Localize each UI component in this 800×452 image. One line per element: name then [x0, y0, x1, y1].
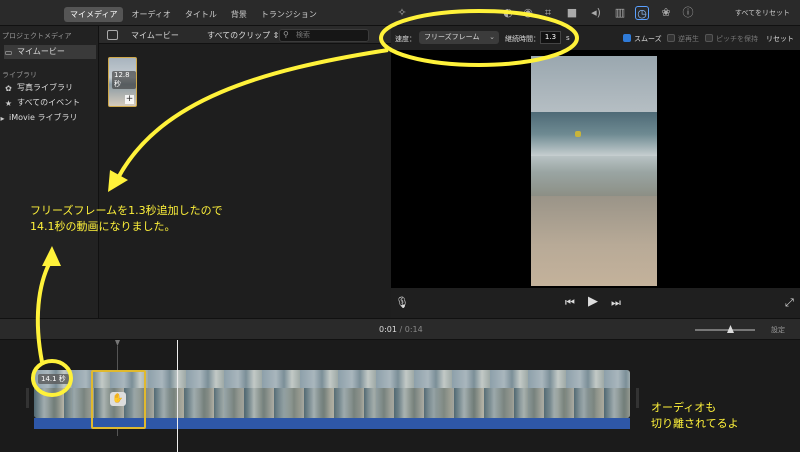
speed-value: フリーズフレーム [424, 33, 480, 41]
skip-forward-icon[interactable]: ⏭ [611, 296, 621, 310]
annotation-audio-line-2: 切り離されてるよ [651, 417, 739, 430]
video-waves [531, 156, 657, 196]
timecode: 0:01 / 0:14 [379, 325, 423, 334]
noise-reduction-icon[interactable]: ▥ [613, 6, 627, 20]
play-icon[interactable]: ▶ [588, 294, 598, 309]
photos-icon: ✿ [5, 83, 12, 93]
sidebar-item-photos-library[interactable]: ✿ 写真ライブラリ [4, 81, 96, 95]
freeze-hand-icon: ✋ [110, 392, 126, 406]
sidebar-item-label: 写真ライブラリ [17, 83, 73, 92]
current-time: 0:01 [379, 325, 397, 334]
annotation-line-1: フリーズフレームを1.3秒追加したので [30, 204, 223, 217]
volume-icon[interactable]: ◂) [589, 6, 603, 20]
browser-toolbar: マイムービー すべてのクリップ ⇕ 検索 ⚲ [99, 26, 391, 44]
viewer: 速度： フリーズフレーム ⌄ 継続時間： 1.3 s スムーズ 逆再生 ピッチを… [391, 26, 800, 318]
thumbnail-duration: 12.8 秒 [112, 71, 136, 89]
duration-unit: s [566, 34, 570, 42]
info-icon[interactable]: ⓘ [681, 6, 695, 20]
clip-thumbnail[interactable]: 12.8 秒 + [108, 57, 137, 107]
project-media-heading: プロジェクトメディア [2, 32, 72, 40]
top-toolbar: マイメディア オーディオ タイトル 背景 トランジション ✧ ◐ ◉ ⌗ ■ ◂… [0, 0, 800, 26]
clip-filter-icon[interactable]: ❀ [659, 6, 673, 20]
skip-back-icon[interactable]: ⏮ [565, 296, 575, 310]
preserve-pitch-checkbox[interactable] [705, 34, 713, 42]
annotation-audio-line-1: オーディオも [651, 401, 717, 414]
reset-all-button[interactable]: すべてをリセット [735, 8, 790, 18]
star-icon: ★ [4, 98, 13, 108]
tab-my-media[interactable]: マイメディア [64, 7, 124, 22]
smooth-label: スムーズ [634, 35, 662, 43]
libraries-heading: ライブラリ [2, 71, 37, 79]
speed-label: 速度： [395, 35, 416, 43]
film-icon: ▭ [4, 47, 13, 57]
tab-backgrounds[interactable]: 背景 [225, 7, 253, 22]
timeline: ✋ 14.1 秒 [0, 340, 800, 452]
chevron-down-icon: ⌄ [489, 33, 495, 41]
sidebar-item-label: iMovie ライブラリ [9, 113, 78, 122]
video-sky [531, 56, 657, 112]
duration-field[interactable]: 1.3 [540, 31, 561, 44]
duration-label: 継続時間： [505, 35, 540, 43]
sidebar-toggle-icon[interactable] [107, 30, 118, 40]
microphone-icon[interactable]: 🎙 [395, 296, 409, 309]
zoom-slider[interactable] [695, 329, 755, 331]
timeline-end-handle[interactable] [636, 388, 639, 408]
color-correction-icon[interactable]: ◉ [521, 6, 535, 20]
media-browser: マイムービー すべてのクリップ ⇕ 検索 ⚲ 12.8 秒 + [99, 26, 391, 318]
sidebar-item-my-movie[interactable]: ▭ マイムービー [4, 45, 96, 59]
video-sea [531, 112, 657, 156]
annotation-note-main: フリーズフレームを1.3秒追加したので 14.1秒の動画になりました。 [30, 203, 223, 235]
magic-wand-icon[interactable]: ✧ [395, 6, 409, 20]
annotation-line-2: 14.1秒の動画になりました。 [30, 220, 176, 233]
reset-button[interactable]: リセット [766, 34, 794, 44]
library-sidebar: プロジェクトメディア ▭ マイムービー ライブラリ ✿ 写真ライブラリ ★ すべ… [0, 26, 99, 318]
add-clip-icon[interactable]: + [125, 95, 134, 104]
video-frame [531, 56, 657, 286]
tab-titles[interactable]: タイトル [179, 7, 223, 22]
browser-title: マイムービー [131, 31, 179, 40]
preserve-pitch-label: ピッチを保持 [716, 35, 758, 43]
smooth-checkbox[interactable] [623, 34, 631, 42]
skimmer-line [177, 340, 178, 452]
clips-filter-label: すべてのクリップ [207, 31, 271, 40]
speed-controls: 速度： フリーズフレーム ⌄ 継続時間： 1.3 s スムーズ 逆再生 ピッチを… [391, 26, 800, 50]
search-icon: ⚲ [283, 30, 289, 39]
sidebar-item-imovie-library[interactable]: ▸ iMovie ライブラリ [0, 111, 96, 125]
video-surfer [575, 131, 581, 137]
speed-icon[interactable]: ◷ [635, 6, 649, 20]
sidebar-item-all-events[interactable]: ★ すべてのイベント [4, 96, 96, 110]
crop-icon[interactable]: ⌗ [541, 6, 555, 20]
speed-select[interactable]: フリーズフレーム ⌄ [419, 31, 499, 44]
annotation-note-audio: オーディオも 切り離されてるよ [651, 400, 739, 432]
total-time: 0:14 [404, 325, 423, 334]
color-balance-icon[interactable]: ◐ [501, 6, 515, 20]
timeline-start-handle[interactable] [26, 388, 29, 408]
sidebar-item-label: すべてのイベント [17, 98, 81, 107]
media-tabs: マイメディア オーディオ タイトル 背景 トランジション [64, 7, 323, 22]
clip-duration-badge: 14.1 秒 [38, 374, 69, 384]
time-separator: / [399, 325, 403, 334]
tab-transitions[interactable]: トランジション [255, 7, 323, 22]
playback-controls: 🎙 ⏮ ▶ ⏭ ⤢ [391, 288, 800, 318]
fullscreen-icon[interactable]: ⤢ [785, 296, 794, 310]
disclosure-triangle-icon[interactable]: ▸ [0, 114, 5, 123]
timeline-header: 0:01 / 0:14 設定 [0, 318, 800, 340]
sidebar-item-label: マイムービー [17, 47, 65, 56]
reverse-checkbox[interactable] [667, 34, 675, 42]
search-input[interactable]: 検索 [279, 29, 369, 42]
settings-button[interactable]: 設定 [771, 325, 785, 335]
video-beach [531, 196, 657, 286]
reverse-label: 逆再生 [678, 35, 699, 43]
tab-audio[interactable]: オーディオ [125, 7, 176, 22]
clips-filter-select[interactable]: すべてのクリップ ⇕ [207, 30, 279, 41]
stabilization-icon[interactable]: ■ [565, 6, 579, 20]
